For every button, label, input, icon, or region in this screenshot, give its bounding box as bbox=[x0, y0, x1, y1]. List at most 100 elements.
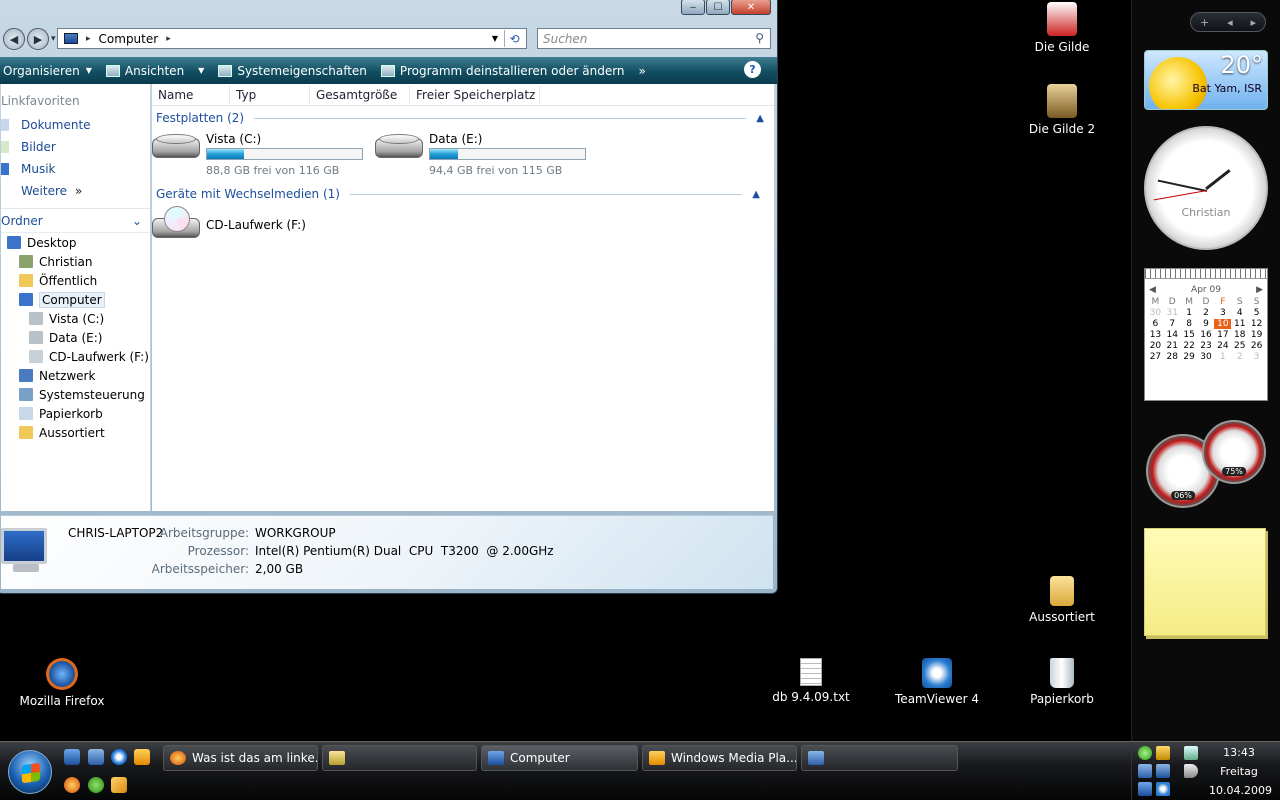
desktop-icon-db-txt[interactable]: db 9.4.09.txt bbox=[761, 658, 861, 704]
calendar-day[interactable]: 8 bbox=[1181, 319, 1198, 329]
calendar-day[interactable]: 21 bbox=[1164, 341, 1181, 351]
taskbar-button-firefox[interactable]: Was ist das am linke... bbox=[163, 745, 318, 771]
calendar-day[interactable]: 7 bbox=[1164, 319, 1181, 329]
calendar-day[interactable]: 26 bbox=[1248, 341, 1265, 351]
drive-c[interactable]: Vista (C:) 88,8 GB frei von 116 GB bbox=[152, 132, 363, 177]
calendar-day[interactable]: 3 bbox=[1214, 308, 1231, 318]
calendar-day[interactable]: 14 bbox=[1164, 330, 1181, 340]
drive-e[interactable]: Data (E:) 94,4 GB frei von 115 GB bbox=[375, 132, 586, 177]
volume-icon[interactable] bbox=[1184, 764, 1198, 778]
notes-gadget[interactable] bbox=[1144, 528, 1266, 636]
tree-item[interactable]: Desktop bbox=[1, 233, 150, 252]
tree-item[interactable]: Papierkorb bbox=[1, 404, 150, 423]
drive-f[interactable]: CD-Laufwerk (F:) bbox=[152, 206, 306, 240]
security-check-icon[interactable] bbox=[1138, 746, 1152, 760]
tree-item[interactable]: Öffentlich bbox=[1, 271, 150, 290]
calendar-day[interactable]: 24 bbox=[1214, 341, 1231, 351]
desktop-icon-die-gilde-2[interactable]: Die Gilde 2 bbox=[1012, 84, 1112, 136]
forward-button[interactable]: ▶ bbox=[27, 28, 49, 50]
calendar-day[interactable]: 9 bbox=[1198, 319, 1215, 329]
firefox-icon[interactable] bbox=[64, 777, 80, 793]
calendar-day[interactable]: 2 bbox=[1231, 352, 1248, 362]
start-button[interactable] bbox=[8, 750, 52, 794]
calendar-day[interactable]: 17 bbox=[1214, 330, 1231, 340]
taskbar-button-computer[interactable]: Computer bbox=[481, 745, 638, 771]
calendar-day[interactable]: 18 bbox=[1231, 330, 1248, 340]
chevron-up-icon[interactable]: ▲ bbox=[752, 189, 760, 200]
minimize-button[interactable]: ‒ bbox=[681, 0, 705, 15]
calendar-day[interactable]: 11 bbox=[1231, 319, 1248, 329]
next-gadgets-button[interactable]: ▸ bbox=[1251, 16, 1257, 29]
breadcrumb-separator-icon[interactable]: ▸ bbox=[166, 34, 171, 44]
calendar-day[interactable]: 4 bbox=[1231, 308, 1248, 318]
search-input[interactable]: Suchen ⚲ bbox=[537, 28, 771, 49]
calendar-day[interactable]: 2 bbox=[1198, 308, 1215, 318]
calendar-prev-icon[interactable]: ◀ bbox=[1149, 285, 1156, 295]
calendar-next-icon[interactable]: ▶ bbox=[1256, 285, 1263, 295]
clock-gadget[interactable]: Christian bbox=[1144, 126, 1268, 250]
favorite-link[interactable]: Musik bbox=[1, 158, 150, 180]
prev-gadgets-button[interactable]: ◂ bbox=[1227, 16, 1233, 29]
taskbar-button-network[interactable] bbox=[801, 745, 958, 771]
calendar-day[interactable]: 15 bbox=[1181, 330, 1198, 340]
calendar-today[interactable]: 10 bbox=[1214, 319, 1232, 329]
more-commands-button[interactable]: » bbox=[639, 64, 646, 78]
add-gadget-button[interactable]: + bbox=[1200, 16, 1209, 29]
column-free-space[interactable]: Freier Speicherplatz bbox=[410, 85, 540, 104]
calendar-day[interactable]: 12 bbox=[1248, 319, 1265, 329]
column-type[interactable]: Typ bbox=[230, 85, 310, 104]
battery-icon[interactable] bbox=[1184, 746, 1198, 760]
users-icon[interactable] bbox=[1138, 764, 1152, 778]
calendar-day[interactable]: 5 bbox=[1248, 308, 1265, 318]
calendar-day[interactable]: 6 bbox=[1147, 319, 1164, 329]
favorite-link[interactable]: Dokumente bbox=[1, 114, 150, 136]
calendar-day[interactable]: 28 bbox=[1164, 352, 1181, 362]
calendar-day[interactable]: 29 bbox=[1181, 352, 1198, 362]
switch-windows-icon[interactable] bbox=[88, 749, 104, 765]
search-icon[interactable]: ⚲ bbox=[755, 31, 764, 45]
calendar-day[interactable]: 19 bbox=[1248, 330, 1265, 340]
favorites-more-link[interactable]: Weitere » bbox=[1, 180, 150, 202]
group-hard-drives[interactable]: Festplatten (2) ▲ bbox=[152, 108, 774, 128]
calendar-day[interactable]: 27 bbox=[1147, 352, 1164, 362]
close-button[interactable]: ✕ bbox=[731, 0, 771, 15]
breadcrumb-separator-icon[interactable]: ▸ bbox=[86, 34, 91, 44]
calendar-day[interactable]: 25 bbox=[1231, 341, 1248, 351]
tree-item[interactable]: Aussortiert bbox=[1, 423, 150, 442]
tree-item[interactable]: Computer bbox=[1, 290, 150, 309]
calendar-day[interactable]: 3 bbox=[1248, 352, 1265, 362]
calendar-day[interactable]: 30 bbox=[1198, 352, 1215, 362]
address-field[interactable]: ▸ Computer ▸ ▼ ⟲ bbox=[57, 28, 527, 49]
desktop-icon-die-gilde[interactable]: Die Gilde bbox=[1012, 2, 1112, 54]
favorite-link[interactable]: Bilder bbox=[1, 136, 150, 158]
tree-item[interactable]: Netzwerk bbox=[1, 366, 150, 385]
group-removable[interactable]: Geräte mit Wechselmedien (1) ▲ bbox=[156, 184, 770, 204]
taskbar-button-media-player[interactable]: Windows Media Pla... bbox=[642, 745, 797, 771]
refresh-icon[interactable]: ⟲ bbox=[504, 30, 524, 47]
folders-toggle[interactable]: Ordner ⌄ bbox=[1, 209, 150, 233]
address-dropdown-icon[interactable]: ▼ bbox=[492, 34, 498, 43]
desktop-icon-teamviewer[interactable]: TeamViewer 4 bbox=[887, 658, 987, 706]
desktop-icon-firefox[interactable]: Mozilla Firefox bbox=[12, 658, 112, 708]
app-icon[interactable] bbox=[111, 777, 127, 793]
recent-pages-dropdown[interactable]: ▾ bbox=[51, 34, 56, 44]
weather-gadget[interactable]: 20° Bat Yam, ISR bbox=[1144, 50, 1268, 110]
calendar-day[interactable]: 13 bbox=[1147, 330, 1164, 340]
tray-clock[interactable]: 13:43 Freitag 10.04.2009 bbox=[1209, 743, 1272, 800]
internet-explorer-icon[interactable] bbox=[111, 749, 127, 765]
calendar-day[interactable]: 1 bbox=[1214, 352, 1231, 362]
calendar-day[interactable]: 31 bbox=[1164, 308, 1181, 318]
tree-item[interactable]: Systemsteuerung bbox=[1, 385, 150, 404]
tree-item[interactable]: Data (E:) bbox=[1, 328, 150, 347]
system-properties-button[interactable]: Systemeigenschaften bbox=[218, 64, 367, 78]
clover-icon[interactable] bbox=[88, 777, 104, 793]
calendar-gadget[interactable]: ◀ Apr 09 ▶ M D M D F S S 30 31 1 2 3 4 5 6 7 8 9 10 11 12 13 1… bbox=[1144, 268, 1268, 401]
battery-warning-icon[interactable] bbox=[1156, 746, 1170, 760]
organize-button[interactable]: Organisieren ▼ bbox=[3, 64, 92, 78]
tree-item[interactable]: Vista (C:) bbox=[1, 309, 150, 328]
media-player-icon[interactable] bbox=[134, 749, 150, 765]
maximize-button[interactable]: ☐ bbox=[706, 0, 730, 15]
show-desktop-icon[interactable] bbox=[64, 749, 80, 765]
desktop-icon-papierkorb[interactable]: Papierkorb bbox=[1012, 658, 1112, 706]
chevron-up-icon[interactable]: ▲ bbox=[756, 113, 764, 124]
